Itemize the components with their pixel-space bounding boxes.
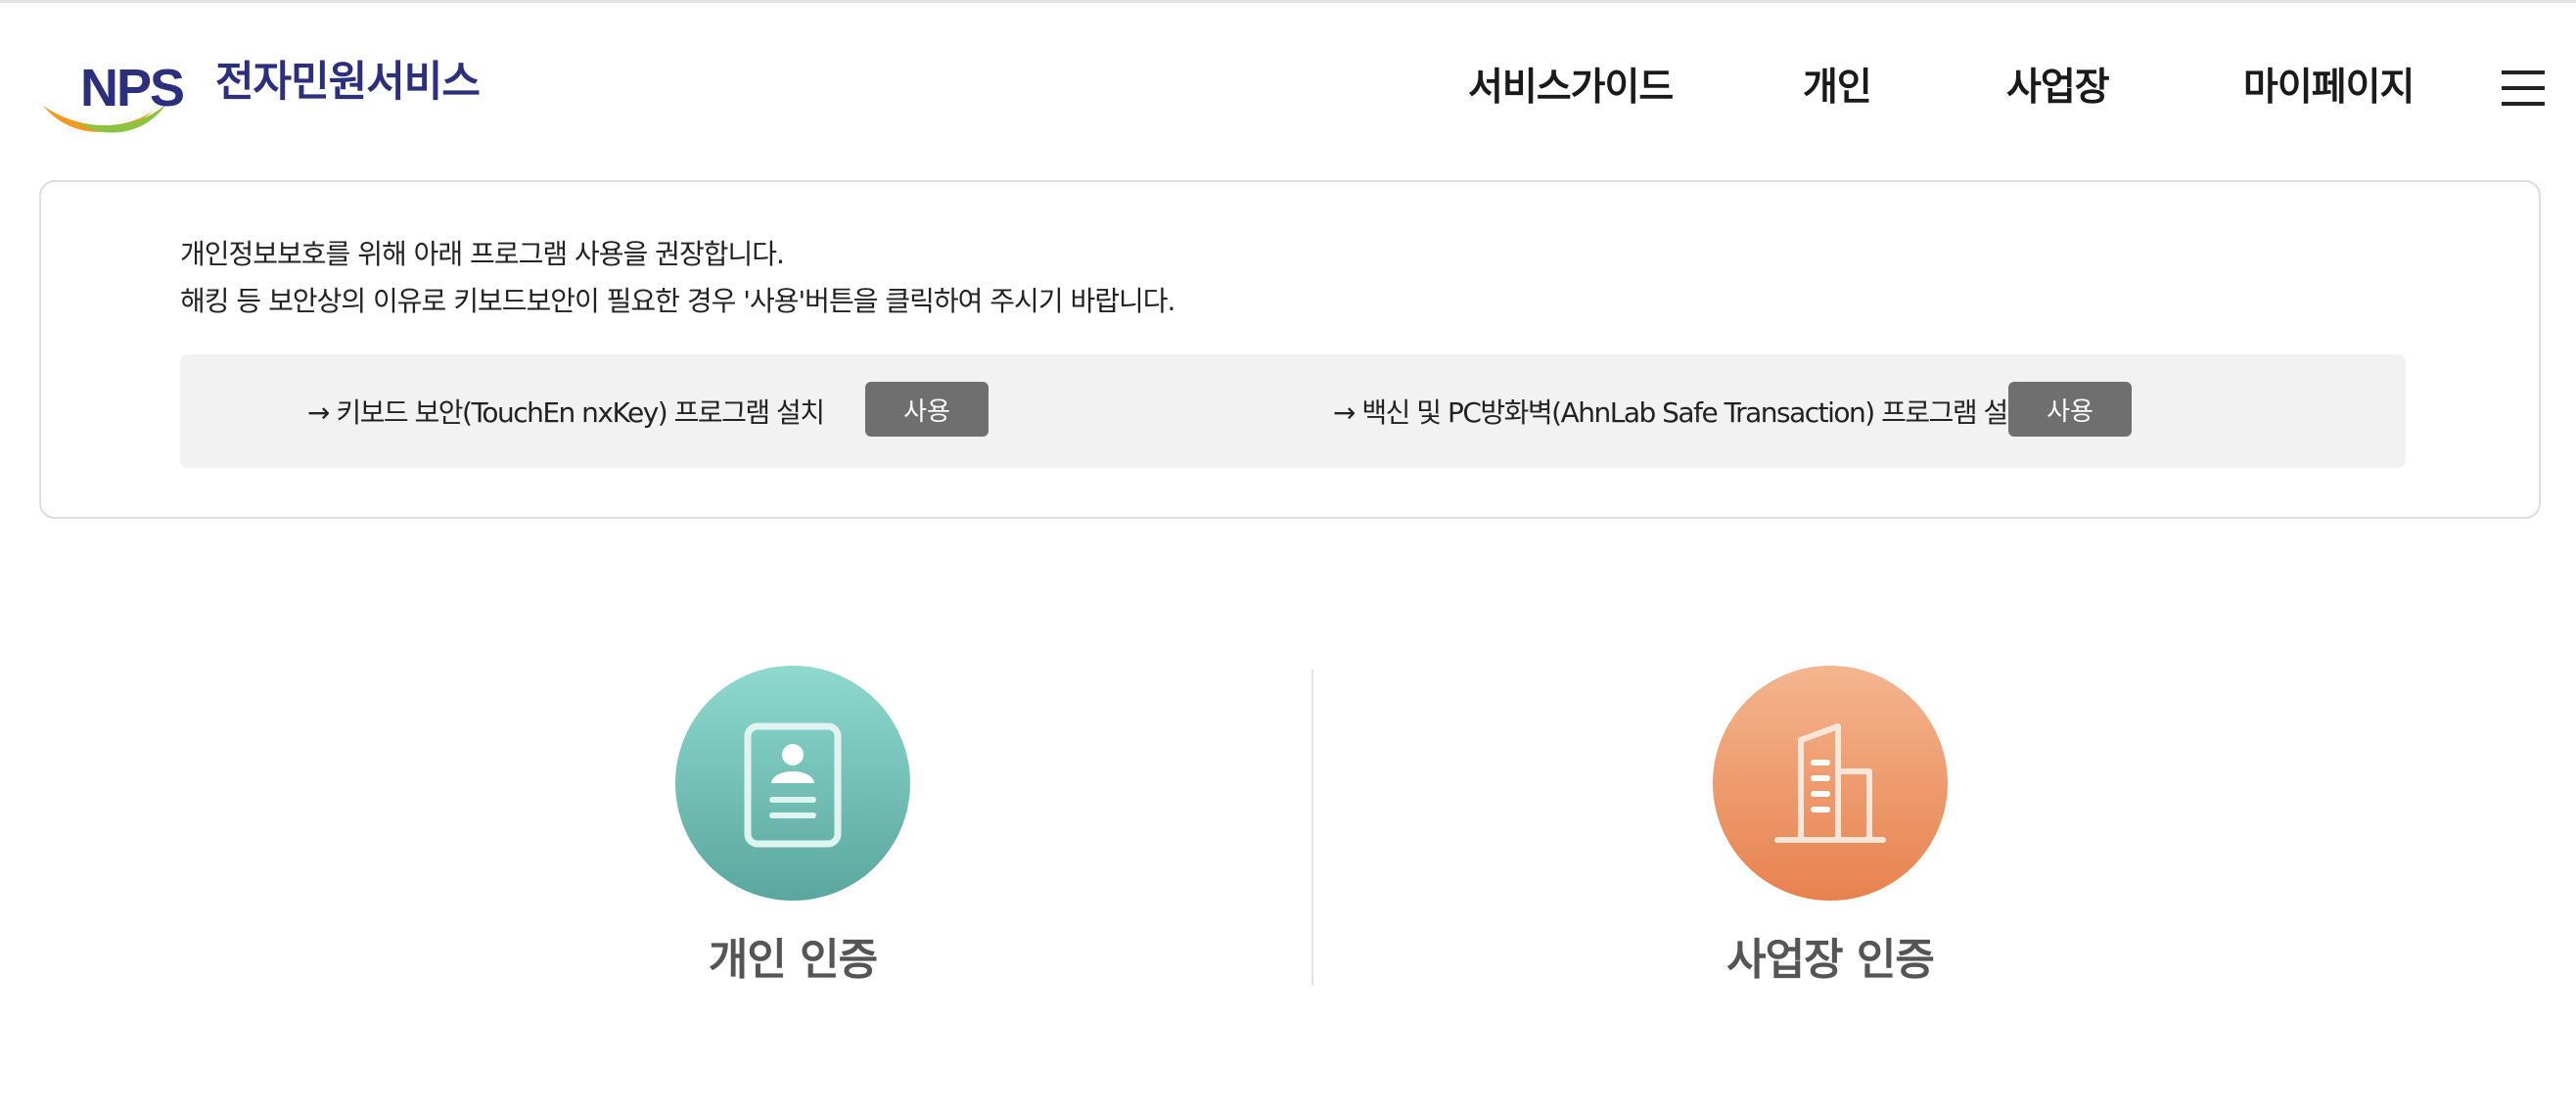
site-title: 전자민원서비스 <box>215 58 481 107</box>
keyboard-security-use-button[interactable]: 사용 <box>865 382 989 437</box>
building-icon <box>1774 723 1886 843</box>
top-rule <box>0 0 2576 3</box>
nav-item-mypage[interactable]: 마이페이지 <box>2243 59 2415 117</box>
site-logo[interactable]: NPS 전자민원서비스 <box>39 55 489 143</box>
hamburger-icon[interactable] <box>2502 69 2545 108</box>
id-card-icon <box>744 722 842 848</box>
business-auth-button[interactable] <box>1713 666 1948 901</box>
personal-auth-button[interactable] <box>675 666 910 901</box>
notice-line-2: 해킹 등 보안상의 이유로 키보드보안이 필요한 경우 '사용'버튼을 클릭하여… <box>180 285 1175 317</box>
auth-divider <box>1311 670 1313 985</box>
nav-item-workplace[interactable]: 사업장 <box>2006 59 2110 117</box>
antivirus-firewall-use-button[interactable]: 사용 <box>2008 382 2132 437</box>
svg-text:NPS: NPS <box>80 59 183 117</box>
antivirus-firewall-label: → 백신 및 PC방화벽(AhnLab Safe Transaction) 프로… <box>1333 396 2033 429</box>
nav-item-personal[interactable]: 개인 <box>1803 59 1872 117</box>
security-notice-box: 개인정보보호를 위해 아래 프로그램 사용을 권장합니다. 해킹 등 보안상의 … <box>39 180 2541 519</box>
notice-line-1: 개인정보보호를 위해 아래 프로그램 사용을 권장합니다. <box>180 238 785 270</box>
nps-logo-icon: NPS <box>43 59 185 133</box>
program-install-bar: → 키보드 보안(TouchEn nxKey) 프로그램 설치 사용 → 백신 … <box>180 354 2406 468</box>
keyboard-security-label: → 키보드 보안(TouchEn nxKey) 프로그램 설치 <box>307 396 825 429</box>
business-auth-label[interactable]: 사업장 인증 <box>1634 924 2026 987</box>
personal-auth-label[interactable]: 개인 인증 <box>597 924 989 987</box>
nav-item-service-guide[interactable]: 서비스가이드 <box>1468 59 1674 117</box>
